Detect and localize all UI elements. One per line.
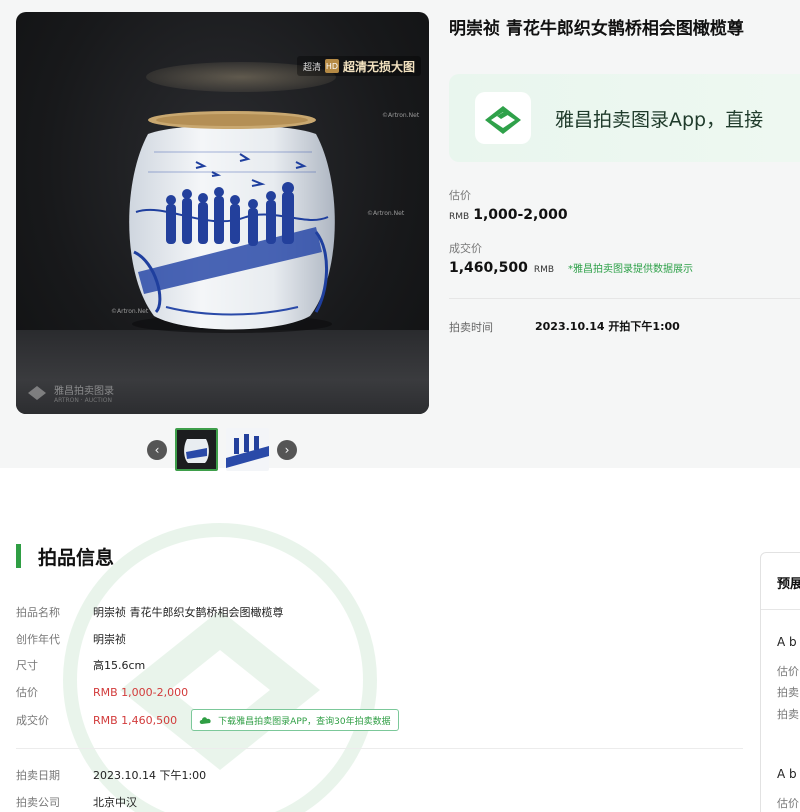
info-row-deal-price: 成交价 RMB 1,460,500 下载雅昌拍卖图录APP，查询30年拍卖数据 [16, 709, 399, 731]
section-title: 拍品信息 [38, 547, 115, 569]
jar-thumbnail-image [177, 430, 216, 469]
info-key: 创作年代 [16, 633, 60, 646]
chevron-right-icon[interactable]: › [277, 439, 297, 460]
image-logo-sub: ARTRON · AUCTION [54, 397, 112, 404]
side-panel-title: 预展 [777, 577, 800, 592]
info-value: 明崇祯 青花牛郎织女鹊桥相会图橄榄尊 [93, 606, 284, 619]
estimate-amount: 1,000-2,000 [473, 207, 568, 223]
watermark-3: ©Artron.Net [111, 308, 149, 315]
hd-badge-small-text: 超清 [302, 62, 321, 73]
hd-image-badge[interactable]: 超清 HD 超清无损大图 [296, 56, 421, 76]
info-value: RMB 1,000-2,000 [93, 685, 189, 699]
app-promo-banner[interactable]: 雅昌拍卖图录App，直接 [449, 74, 800, 162]
image-brand-logo: 雅昌拍卖图录 ARTRON · AUCTION [26, 382, 114, 404]
header-divider [449, 298, 800, 299]
side-panel-item-sub: 拍卖 [777, 708, 799, 721]
side-panel-item-sub: 估价 [777, 665, 799, 678]
deal-data-note: *雅昌拍卖图录提供数据展示 [568, 264, 694, 275]
info-row-date: 拍卖日期 2023.10.14 下午1:00 [16, 767, 206, 783]
estimate-value: RMB 1,000-2,000 [449, 207, 568, 223]
hd-icon: HD [324, 59, 339, 73]
thumbnail-2[interactable] [226, 428, 269, 471]
estimate-label: 估价 [449, 189, 471, 202]
thumbnail-strip: ‹ › [147, 428, 297, 471]
yachang-app-logo-icon [475, 92, 531, 144]
main-product-image[interactable]: 超清 HD 超清无损大图 ©Artron.Net ©Artron.Net ©Ar… [16, 12, 429, 414]
side-panel-item[interactable]: A b [777, 767, 797, 781]
watermark-2: ©Artron.Net [367, 210, 405, 217]
side-panel-item[interactable]: A b [777, 635, 797, 649]
info-row-estimate: 估价 RMB 1,000-2,000 [16, 684, 188, 700]
info-value: 高15.6cm [93, 659, 146, 672]
info-value: 明崇祯 [93, 633, 126, 646]
side-panel-item-sub: 拍卖 [777, 686, 799, 699]
image-logo-text: 雅昌拍卖图录 [54, 386, 114, 397]
auction-time-label: 拍卖时间 [449, 321, 493, 334]
thumbnail-1[interactable] [175, 428, 218, 471]
side-panel-divider [761, 609, 800, 610]
estimate-currency: RMB [449, 212, 470, 222]
deal-currency: RMB [533, 265, 555, 275]
deal-amount: 1,460,500 [449, 260, 528, 276]
info-value: RMB 1,460,500 [93, 713, 178, 727]
info-row-size: 尺寸 高15.6cm [16, 657, 145, 673]
download-button-label: 下载雅昌拍卖图录APP，查询30年拍卖数据 [218, 716, 391, 727]
artron-logo-icon [28, 386, 46, 400]
info-key: 成交价 [16, 714, 49, 727]
side-panel-item-sub: 估价 [777, 797, 799, 810]
info-value: 2023.10.14 下午1:00 [93, 769, 207, 782]
info-key: 尺寸 [16, 659, 38, 672]
info-key: 拍品名称 [16, 606, 60, 619]
download-app-button[interactable]: 下载雅昌拍卖图录APP，查询30年拍卖数据 [191, 709, 399, 731]
preview-side-panel: 预展 A b 估价 拍卖 拍卖 A b 估价 [760, 552, 800, 812]
info-key: 拍卖日期 [16, 769, 60, 782]
info-key: 拍卖公司 [16, 796, 60, 809]
promo-text: 雅昌拍卖图录App，直接 [555, 108, 764, 131]
deal-price-label: 成交价 [449, 242, 482, 255]
info-row-period: 创作年代 明崇祯 [16, 631, 126, 647]
deal-price: 1,460,500 RMB *雅昌拍卖图录提供数据展示 [449, 260, 693, 276]
cloud-download-icon [199, 717, 211, 724]
chevron-left-icon[interactable]: ‹ [147, 439, 167, 460]
info-value: 北京中汉 [93, 796, 137, 809]
section-accent-bar [16, 544, 21, 568]
info-key: 估价 [16, 686, 38, 699]
info-divider [16, 748, 743, 749]
pattern-thumbnail-image [226, 428, 269, 471]
lot-title: 明崇祯 青花牛郎织女鹊桥相会图橄榄尊 [449, 19, 744, 39]
hd-badge-text: 超清无损大图 [342, 59, 415, 74]
info-row-company: 拍卖公司 北京中汉 [16, 794, 137, 810]
watermark-1: ©Artron.Net [382, 112, 420, 119]
info-row-name: 拍品名称 明崇祯 青花牛郎织女鹊桥相会图橄榄尊 [16, 604, 284, 620]
auction-time-value: 2023.10.14 开拍下午1:00 [535, 320, 680, 333]
